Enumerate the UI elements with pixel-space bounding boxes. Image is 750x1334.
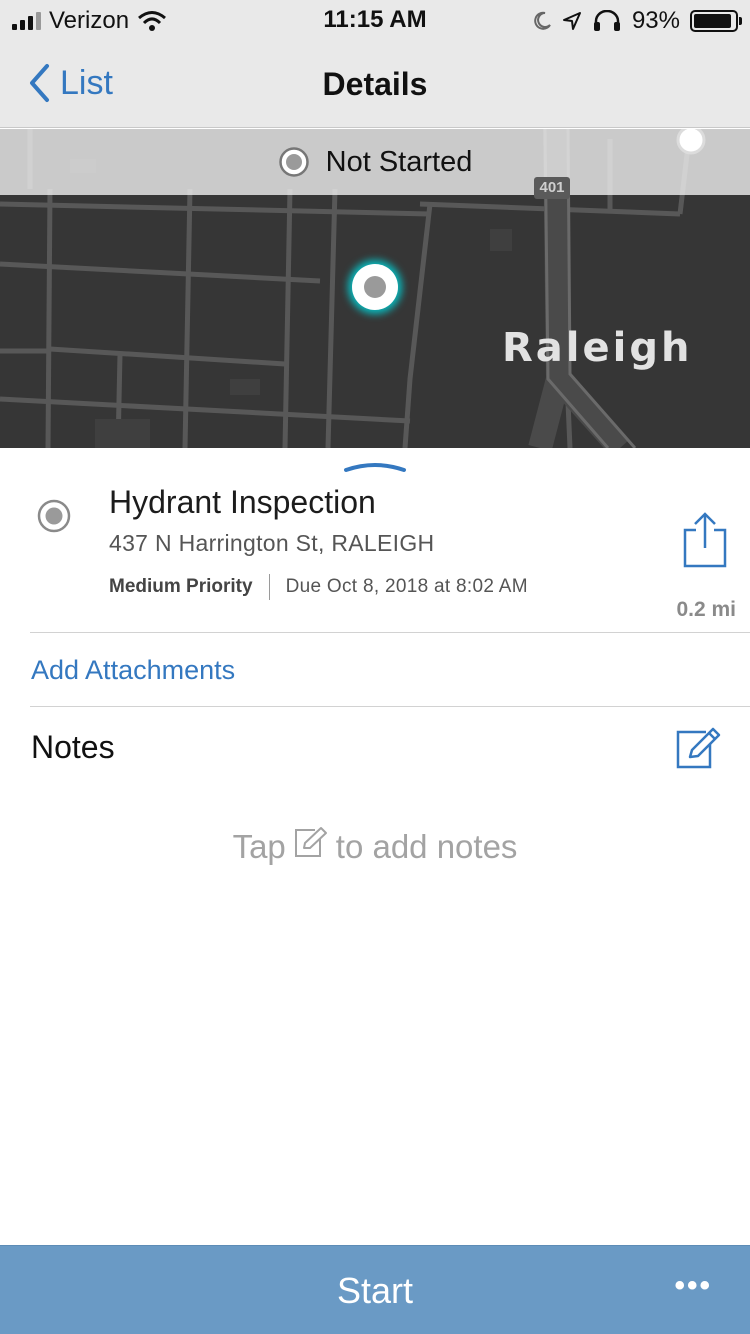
city-label: Raleigh (502, 325, 693, 371)
add-attachments-link[interactable]: Add Attachments (31, 655, 235, 686)
edit-notes-icon[interactable] (676, 726, 722, 770)
share-icon[interactable] (682, 512, 728, 568)
battery-icon (690, 10, 742, 32)
edit-icon (294, 827, 327, 857)
task-summary: Hydrant Inspection 437 N Harrington St, … (0, 470, 750, 633)
notes-heading: Notes (31, 729, 115, 765)
status-radio-icon (278, 147, 309, 177)
status-banner: Not Started (0, 129, 750, 195)
notes-empty-hint: Tap to add notes (0, 827, 750, 866)
status-label: Not Started (325, 145, 473, 178)
moon-icon (534, 11, 551, 30)
task-priority: Medium Priority (109, 576, 253, 597)
location-arrow-icon (562, 12, 581, 30)
task-location-marker[interactable] (352, 264, 398, 310)
more-options-button[interactable]: ••• (674, 1271, 712, 1301)
nearby-marker-icon[interactable] (674, 129, 708, 157)
navigation-bar: List Details (0, 40, 750, 128)
headphones-icon (593, 10, 620, 31)
marker-center (364, 276, 386, 298)
divider (30, 706, 750, 707)
start-button[interactable]: Start (0, 1270, 750, 1312)
task-due-date: Due Oct 8, 2018 at 8:02 AM (285, 576, 528, 597)
meta-divider (268, 574, 270, 600)
hint-text-after: to add notes (335, 828, 518, 865)
page-title: Details (322, 66, 428, 102)
battery-level (694, 14, 732, 28)
hint-text-before: Tap (232, 828, 286, 865)
task-address: 437 N Harrington St, RALEIGH (109, 530, 435, 556)
task-distance: 0.2 mi (676, 598, 736, 621)
task-title: Hydrant Inspection (109, 484, 376, 520)
battery-percent: 93% (631, 7, 680, 34)
status-bar: Verizon 11:15 AM 93% (0, 0, 750, 40)
highway-shield: 401 (534, 177, 570, 199)
task-meta: Medium Priority Due Oct 8, 2018 at 8:02 … (109, 574, 528, 600)
task-status-icon (37, 499, 71, 533)
map-view[interactable]: Not Started 401 Raleigh (0, 129, 750, 448)
divider (30, 632, 750, 633)
bottom-action-bar: Start ••• (0, 1245, 750, 1334)
status-bar-right: 93% (532, 6, 742, 36)
